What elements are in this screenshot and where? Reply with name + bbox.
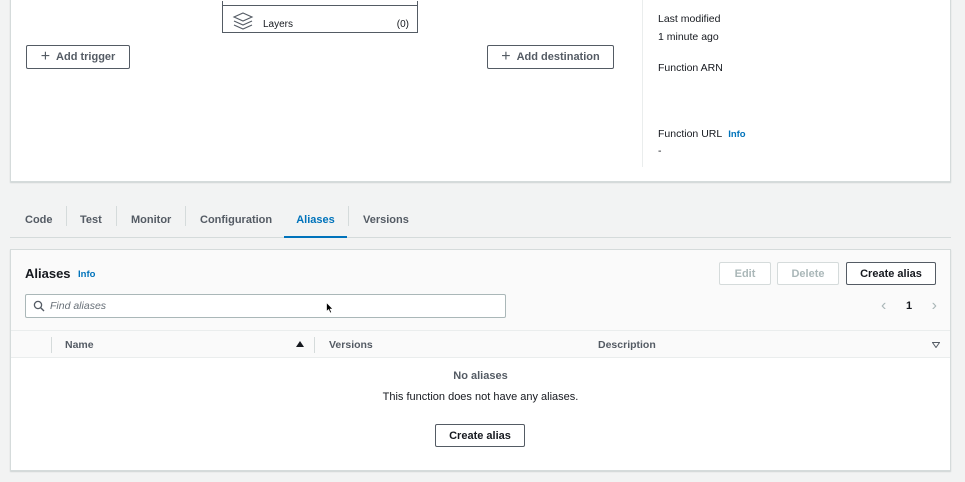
last-modified-label: Last modified (658, 13, 721, 25)
add-destination-label: Add destination (516, 51, 600, 63)
function-overview-panel: Layers (0) + Add trigger + Add destinati… (10, 0, 951, 182)
column-separator (51, 337, 52, 353)
function-url-label: Function URL (658, 128, 723, 140)
empty-state-title: No aliases (453, 370, 508, 382)
tab-separator (185, 206, 186, 226)
tab-separator (66, 206, 67, 226)
tab-monitor[interactable]: Monitor (131, 203, 171, 237)
column-header-name[interactable]: Name (65, 331, 94, 358)
add-trigger-button[interactable]: + Add trigger (26, 45, 130, 69)
aliases-title: Aliases (25, 266, 71, 281)
overview-divider (642, 0, 643, 167)
chevron-left-icon[interactable]: ‹ (881, 298, 886, 314)
chevron-right-icon[interactable]: › (932, 298, 937, 314)
function-arn-label: Function ARN (658, 62, 723, 74)
tab-configuration[interactable]: Configuration (200, 203, 272, 237)
column-separator (314, 337, 315, 353)
aliases-info-link[interactable]: Info (78, 269, 95, 280)
sort-descending-icon[interactable] (932, 342, 940, 348)
tab-separator (116, 206, 117, 226)
layers-box[interactable]: Layers (0) (222, 1, 418, 33)
tab-separator (348, 206, 349, 226)
layers-divider (223, 5, 417, 6)
search-icon (33, 300, 45, 312)
tab-code[interactable]: Code (25, 203, 53, 237)
last-modified-value: 1 minute ago (658, 31, 719, 43)
layers-label: Layers (263, 19, 294, 30)
function-url-row: Function URL Info (658, 128, 746, 140)
aliases-panel: Aliases Info Edit Delete Create alias ‹ … (10, 249, 951, 471)
mouse-cursor-icon (326, 302, 334, 314)
create-alias-empty-button[interactable]: Create alias (435, 424, 525, 447)
delete-button[interactable]: Delete (777, 262, 839, 285)
layers-icon (232, 12, 254, 30)
plus-icon: + (501, 48, 511, 65)
function-url-info-link[interactable]: Info (728, 129, 745, 140)
find-aliases-search[interactable] (25, 294, 506, 318)
empty-state: No aliases This function does not have a… (11, 370, 950, 403)
layers-count: (0) (396, 19, 409, 30)
edit-button[interactable]: Edit (719, 262, 771, 285)
tab-versions[interactable]: Versions (363, 203, 409, 237)
tab-aliases[interactable]: Aliases (284, 203, 347, 238)
column-header-versions[interactable]: Versions (329, 331, 373, 358)
add-destination-button[interactable]: + Add destination (487, 45, 614, 69)
page-number[interactable]: 1 (906, 300, 912, 312)
pagination: ‹ 1 › (881, 298, 937, 314)
search-input[interactable] (50, 297, 490, 315)
add-trigger-label: Add trigger (56, 51, 116, 63)
function-tabs: Code Test Monitor Configuration Aliases … (10, 203, 951, 238)
sort-ascending-icon[interactable] (296, 341, 304, 347)
function-url-value: - (658, 145, 662, 157)
table-header: Name Versions Description (11, 330, 950, 358)
create-alias-button[interactable]: Create alias (846, 262, 936, 285)
plus-icon: + (40, 48, 51, 65)
column-header-description[interactable]: Description (598, 331, 656, 358)
empty-state-text: This function does not have any aliases. (382, 391, 579, 403)
tab-test[interactable]: Test (80, 203, 102, 237)
